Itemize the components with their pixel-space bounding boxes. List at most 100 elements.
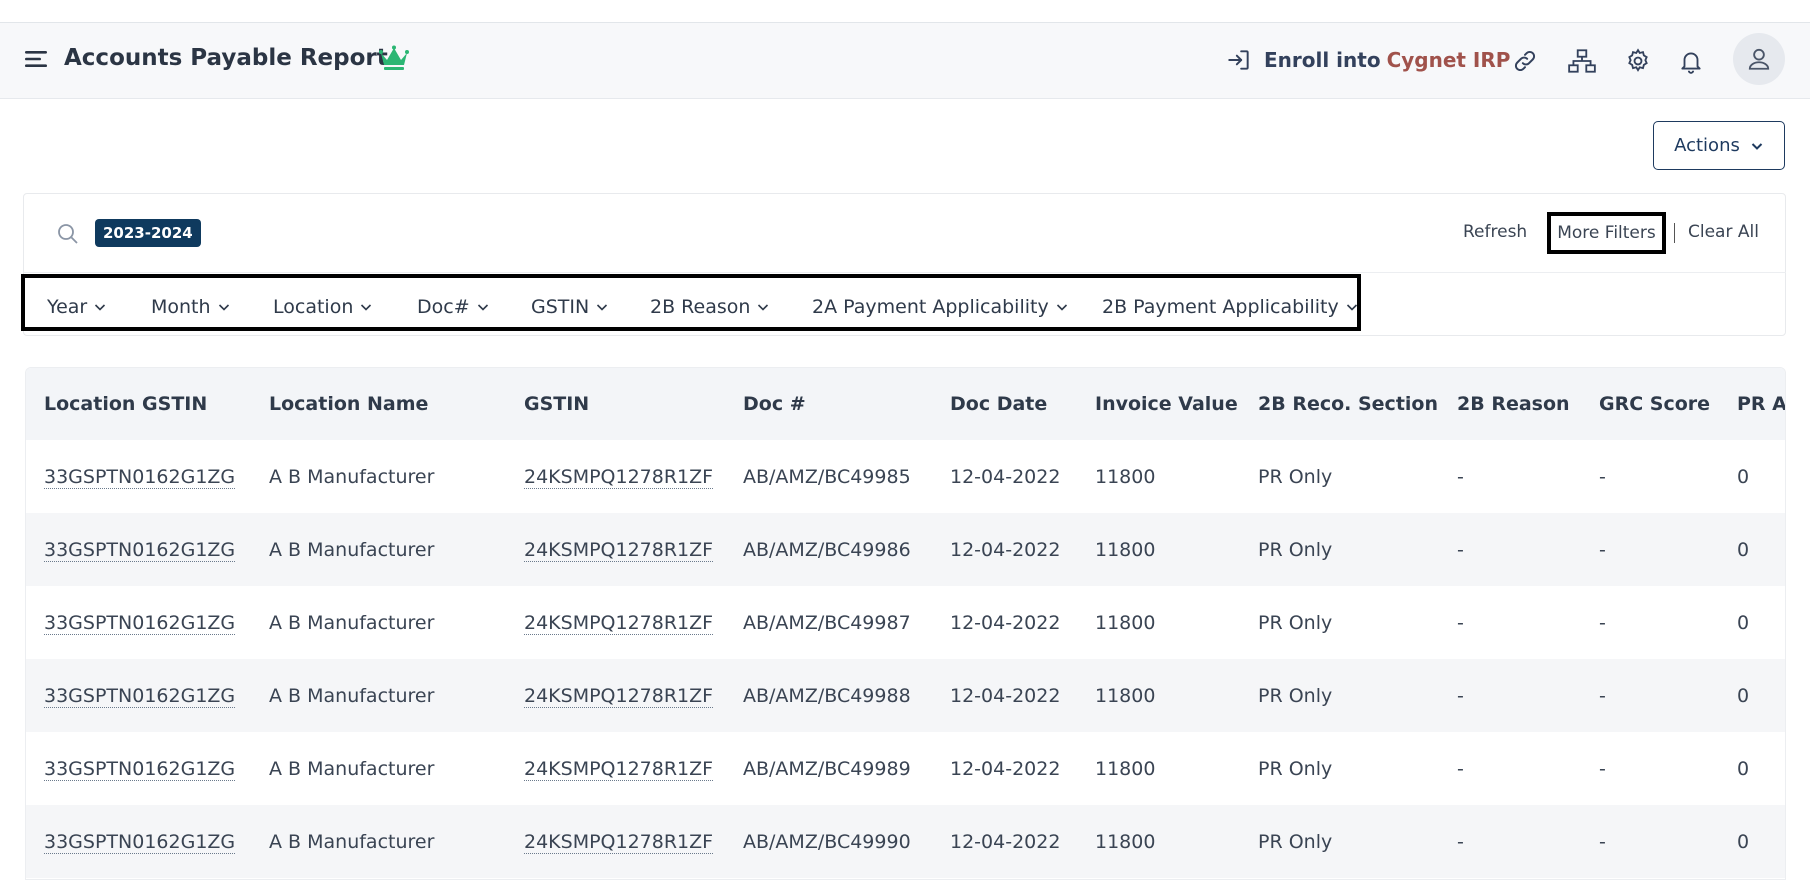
gstin-link[interactable]: 24KSMPQ1278R1ZF	[524, 611, 714, 635]
table-row: 33GSPTN0162G1ZG A B Manufacturer 24KSMPQ…	[26, 805, 1785, 878]
gstin-link[interactable]: 24KSMPQ1278R1ZF	[524, 465, 714, 489]
column-header[interactable]: Doc Date	[932, 368, 1077, 440]
2b-reason-dropdown[interactable]: 2B Reason	[650, 296, 770, 318]
user-avatar[interactable]	[1733, 33, 1785, 85]
column-header[interactable]: 2B Reason	[1439, 368, 1581, 440]
location-gstin-link[interactable]: 33GSPTN0162G1ZG	[44, 830, 236, 854]
location-gstin-link[interactable]: 33GSPTN0162G1ZG	[44, 611, 236, 635]
table-cell: -	[1599, 611, 1606, 634]
year-dropdown[interactable]: Year	[47, 296, 107, 318]
divider	[1674, 223, 1675, 243]
table-cell: -	[1599, 465, 1606, 488]
table-row: 33GSPTN0162G1ZG A B Manufacturer 24KSMPQ…	[26, 659, 1785, 732]
table-row: 33GSPTN0162G1ZG A B Manufacturer 24KSMPQ…	[26, 513, 1785, 586]
chevron-down-icon	[95, 304, 106, 311]
gstin-link[interactable]: 24KSMPQ1278R1ZF	[524, 538, 714, 562]
table-cell: A B Manufacturer	[269, 465, 435, 488]
table-cell: -	[1457, 611, 1464, 634]
gstin-dropdown[interactable]: GSTIN	[531, 296, 609, 318]
table-cell: AB/AMZ/BC49986	[743, 538, 911, 561]
table-cell: 0	[1737, 611, 1750, 634]
column-header[interactable]: Location GSTIN	[26, 368, 251, 440]
gstin-link[interactable]: 24KSMPQ1278R1ZF	[524, 757, 714, 781]
table-cell: A B Manufacturer	[269, 757, 435, 780]
page-title: Accounts Payable Report	[64, 45, 388, 71]
table-cell: -	[1599, 757, 1606, 780]
table-cell: PR Only	[1258, 830, 1333, 853]
table-cell: A B Manufacturer	[269, 611, 435, 634]
table-cell: 11800	[1095, 830, 1156, 853]
chevron-down-icon	[218, 304, 229, 311]
app-header: Accounts Payable Report Enroll into Cygn…	[0, 23, 1810, 99]
dropdown-label: 2B Payment Applicability	[1102, 296, 1339, 318]
table-cell: PR Only	[1258, 611, 1333, 634]
table-cell: AB/AMZ/BC49988	[743, 684, 911, 707]
column-header[interactable]: PR Am	[1719, 368, 1785, 440]
report-table: Location GSTIN Location Name GSTIN Doc #…	[26, 368, 1785, 878]
2b-payment-applicability-dropdown[interactable]: 2B Payment Applicability	[1102, 296, 1359, 318]
refresh-link[interactable]: Refresh	[1463, 222, 1527, 242]
table-cell: 11800	[1095, 684, 1156, 707]
dropdown-label: GSTIN	[531, 296, 590, 318]
location-gstin-link[interactable]: 33GSPTN0162G1ZG	[44, 465, 236, 489]
table-cell: 12-04-2022	[950, 757, 1061, 780]
table-cell: PR Only	[1258, 465, 1333, 488]
table-header-row: Location GSTIN Location Name GSTIN Doc #…	[26, 368, 1785, 440]
chevron-down-icon	[1056, 304, 1067, 311]
table-cell: -	[1599, 538, 1606, 561]
table-cell: -	[1457, 830, 1464, 853]
doc-dropdown[interactable]: Doc#	[417, 296, 490, 318]
table-cell: 12-04-2022	[950, 465, 1061, 488]
actions-button[interactable]: Actions	[1653, 121, 1785, 170]
table-cell: 11800	[1095, 465, 1156, 488]
dropdown-label: 2B Reason	[650, 296, 751, 318]
table-cell: 0	[1737, 830, 1750, 853]
table-cell: 12-04-2022	[950, 684, 1061, 707]
table-cell: -	[1457, 538, 1464, 561]
column-header[interactable]: Location Name	[251, 368, 506, 440]
gstin-link[interactable]: 24KSMPQ1278R1ZF	[524, 684, 714, 708]
link-icon[interactable]	[1512, 48, 1538, 74]
2a-payment-applicability-dropdown[interactable]: 2A Payment Applicability	[812, 296, 1069, 318]
clear-all-link[interactable]: Clear All	[1688, 222, 1759, 242]
enroll-label: Enroll into	[1264, 48, 1381, 72]
sitemap-icon[interactable]	[1567, 48, 1597, 74]
report-table-container[interactable]: Location GSTIN Location Name GSTIN Doc #…	[25, 367, 1786, 880]
more-filters-link[interactable]: More Filters	[1547, 212, 1666, 254]
column-header[interactable]: Invoice Value	[1077, 368, 1240, 440]
column-header[interactable]: GRC Score	[1581, 368, 1719, 440]
table-cell: AB/AMZ/BC49990	[743, 830, 911, 853]
dropdown-label: Location	[273, 296, 354, 318]
search-icon[interactable]	[56, 222, 80, 246]
crown-icon	[379, 45, 409, 70]
location-gstin-link[interactable]: 33GSPTN0162G1ZG	[44, 757, 236, 781]
browser-top-strip	[0, 0, 1810, 23]
chevron-down-icon	[597, 304, 608, 311]
bell-icon[interactable]	[1678, 48, 1704, 74]
dropdown-label: Year	[47, 296, 88, 318]
table-cell: 11800	[1095, 538, 1156, 561]
enroll-link[interactable]: Enroll into Cygnet IRP	[1226, 47, 1510, 73]
table-cell: 11800	[1095, 757, 1156, 780]
column-header[interactable]: 2B Reco. Section	[1240, 368, 1439, 440]
table-cell: A B Manufacturer	[269, 830, 435, 853]
gear-icon[interactable]	[1625, 48, 1651, 74]
menu-icon[interactable]	[24, 47, 48, 71]
dropdown-label: Doc#	[417, 296, 470, 318]
table-cell: -	[1599, 684, 1606, 707]
divider	[23, 272, 1786, 273]
dropdown-label: 2A Payment Applicability	[812, 296, 1049, 318]
table-cell: 11800	[1095, 611, 1156, 634]
table-cell: PR Only	[1258, 538, 1333, 561]
location-gstin-link[interactable]: 33GSPTN0162G1ZG	[44, 538, 236, 562]
year-filter-chip[interactable]: 2023-2024	[95, 219, 201, 247]
month-dropdown[interactable]: Month	[151, 296, 231, 318]
column-header[interactable]: GSTIN	[506, 368, 725, 440]
location-dropdown[interactable]: Location	[273, 296, 373, 318]
location-gstin-link[interactable]: 33GSPTN0162G1ZG	[44, 684, 236, 708]
table-cell: 0	[1737, 757, 1750, 780]
gstin-link[interactable]: 24KSMPQ1278R1ZF	[524, 830, 714, 854]
table-cell: AB/AMZ/BC49987	[743, 611, 911, 634]
column-header[interactable]: Doc #	[725, 368, 932, 440]
chevron-down-icon	[1751, 142, 1763, 150]
